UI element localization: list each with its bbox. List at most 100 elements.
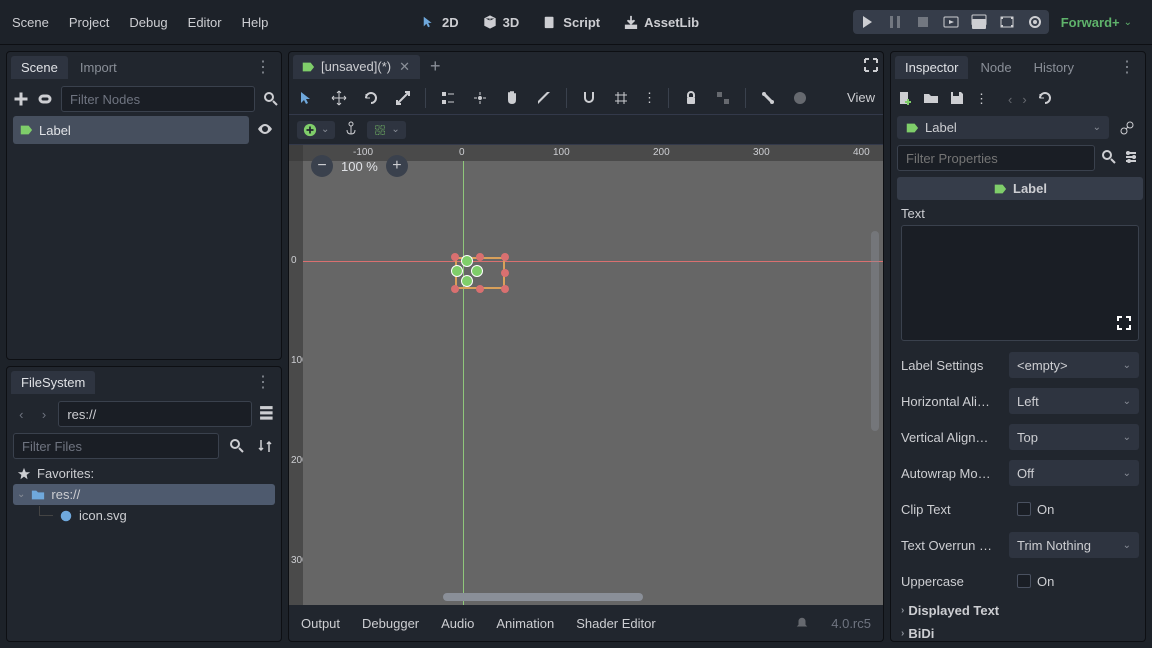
animation-icon[interactable]: [790, 88, 810, 108]
fs-file-icon-svg[interactable]: icon.svg: [13, 505, 275, 526]
inspector-panel-menu-icon[interactable]: ⋮: [1113, 57, 1141, 77]
play-custom-icon[interactable]: [971, 14, 987, 30]
group-icon[interactable]: [713, 88, 733, 108]
scene-editor-tab[interactable]: [unsaved](*) ✕: [293, 55, 420, 79]
view-menu[interactable]: View: [847, 90, 875, 105]
resize-handle[interactable]: [476, 285, 484, 293]
fs-res-folder[interactable]: ⌄ res://: [13, 484, 275, 505]
unique-name-icon[interactable]: [1115, 116, 1139, 139]
folder-expand-icon[interactable]: ⌄: [17, 489, 25, 500]
horizontal-scrollbar[interactable]: [443, 593, 643, 601]
visibility-icon[interactable]: [255, 121, 275, 140]
filesystem-tab[interactable]: FileSystem: [11, 371, 95, 394]
nav-forward-icon[interactable]: ›: [36, 403, 53, 425]
search-icon[interactable]: [263, 89, 279, 109]
fs-search-icon[interactable]: [227, 436, 247, 456]
add-tab-icon[interactable]: +: [420, 56, 451, 77]
inspector-extra-menu-icon[interactable]: ⋮: [975, 91, 988, 107]
movie-icon[interactable]: [999, 14, 1015, 30]
insp-search-icon[interactable]: [1101, 149, 1117, 168]
prop-text-overrun[interactable]: Text Overrun … Trim Nothing⌄: [897, 527, 1143, 563]
node-tab[interactable]: Node: [970, 56, 1021, 79]
menu-project[interactable]: Project: [69, 15, 109, 30]
expand-icon[interactable]: [1116, 315, 1132, 334]
load-resource-icon[interactable]: [923, 90, 939, 109]
add-node-icon[interactable]: [13, 89, 29, 109]
scale-tool-icon[interactable]: [393, 88, 413, 108]
filter-files-input[interactable]: [13, 433, 219, 459]
snap-toggle-icon[interactable]: [579, 88, 599, 108]
play-scene-icon[interactable]: [943, 14, 959, 30]
grid-snap-icon[interactable]: [611, 88, 631, 108]
viewport-2d[interactable]: [303, 161, 883, 605]
nav-back-icon[interactable]: ‹: [13, 403, 30, 425]
history-forward-icon[interactable]: ›: [1022, 92, 1026, 107]
pause-icon[interactable]: [887, 14, 903, 30]
ruler-tool-icon[interactable]: [534, 88, 554, 108]
fs-path-input[interactable]: [58, 401, 252, 427]
menu-help[interactable]: Help: [242, 15, 269, 30]
filter-nodes-input[interactable]: [61, 86, 255, 112]
pan-tool-icon[interactable]: [502, 88, 522, 108]
camera-icon[interactable]: [1027, 14, 1043, 30]
fs-favorites[interactable]: Favorites:: [13, 463, 275, 484]
link-icon[interactable]: [37, 89, 53, 109]
history-back-icon[interactable]: ‹: [1008, 92, 1012, 107]
resize-handle[interactable]: [451, 285, 459, 293]
pivot-icon[interactable]: [470, 88, 490, 108]
checkbox-icon[interactable]: [1017, 502, 1031, 516]
fs-sort-icon[interactable]: [255, 436, 275, 456]
menu-editor[interactable]: Editor: [188, 15, 222, 30]
prop-label-settings[interactable]: Label Settings <empty>⌄: [897, 347, 1143, 383]
panel-menu-icon[interactable]: ⋮: [249, 57, 277, 77]
prop-horizontal-alignment[interactable]: Horizontal Ali… Left⌄: [897, 383, 1143, 419]
fs-panel-menu-icon[interactable]: ⋮: [249, 372, 277, 392]
fold-bidi[interactable]: ›BiDi: [897, 622, 1143, 641]
prop-clip-text[interactable]: Clip Text On: [897, 491, 1143, 527]
history-tab[interactable]: History: [1024, 56, 1084, 79]
import-tab[interactable]: Import: [70, 56, 127, 79]
pivot-handle[interactable]: [471, 265, 483, 277]
pivot-handle[interactable]: [461, 255, 473, 267]
distraction-free-icon[interactable]: [863, 57, 879, 76]
pivot-handle[interactable]: [451, 265, 463, 277]
bell-icon[interactable]: [795, 616, 809, 630]
prop-uppercase[interactable]: Uppercase On: [897, 563, 1143, 599]
zoom-in-button[interactable]: +: [386, 155, 408, 177]
move-tool-icon[interactable]: [329, 88, 349, 108]
save-resource-icon[interactable]: [949, 90, 965, 109]
resize-handle[interactable]: [501, 269, 509, 277]
menu-scene[interactable]: Scene: [12, 15, 49, 30]
animation-tab[interactable]: Animation: [496, 616, 554, 631]
shader-editor-tab[interactable]: Shader Editor: [576, 616, 656, 631]
workspace-script[interactable]: Script: [533, 9, 610, 36]
add-node-viewport[interactable]: ⌄: [297, 121, 335, 139]
snap-menu-icon[interactable]: ⋮: [643, 90, 656, 106]
inspector-tab[interactable]: Inspector: [895, 56, 968, 79]
menu-debug[interactable]: Debug: [129, 15, 167, 30]
rotate-tool-icon[interactable]: [361, 88, 381, 108]
new-resource-icon[interactable]: [897, 90, 913, 109]
pivot-handle[interactable]: [461, 275, 473, 287]
list-select-icon[interactable]: [438, 88, 458, 108]
inspected-node[interactable]: Label ⌄: [897, 116, 1109, 139]
anchor-icon[interactable]: [343, 120, 359, 139]
select-tool-icon[interactable]: [297, 88, 317, 108]
history-reset-icon[interactable]: [1037, 90, 1053, 109]
stop-icon[interactable]: [915, 14, 931, 30]
zoom-out-button[interactable]: −: [311, 155, 333, 177]
workspace-assetlib[interactable]: AssetLib: [614, 9, 709, 36]
bone-icon[interactable]: [758, 88, 778, 108]
zoom-level[interactable]: 100 %: [341, 159, 378, 174]
workspace-3d[interactable]: 3D: [473, 9, 530, 36]
prop-autowrap-mode[interactable]: Autowrap Mo… Off⌄: [897, 455, 1143, 491]
close-tab-icon[interactable]: ✕: [397, 59, 412, 75]
resize-handle[interactable]: [501, 253, 509, 261]
resize-handle[interactable]: [451, 253, 459, 261]
scene-tab[interactable]: Scene: [11, 56, 68, 79]
filter-properties-input[interactable]: [897, 145, 1095, 171]
play-icon[interactable]: [859, 14, 875, 30]
section-label[interactable]: Label: [897, 177, 1143, 200]
insp-settings-icon[interactable]: [1123, 149, 1139, 168]
audio-tab[interactable]: Audio: [441, 616, 474, 631]
